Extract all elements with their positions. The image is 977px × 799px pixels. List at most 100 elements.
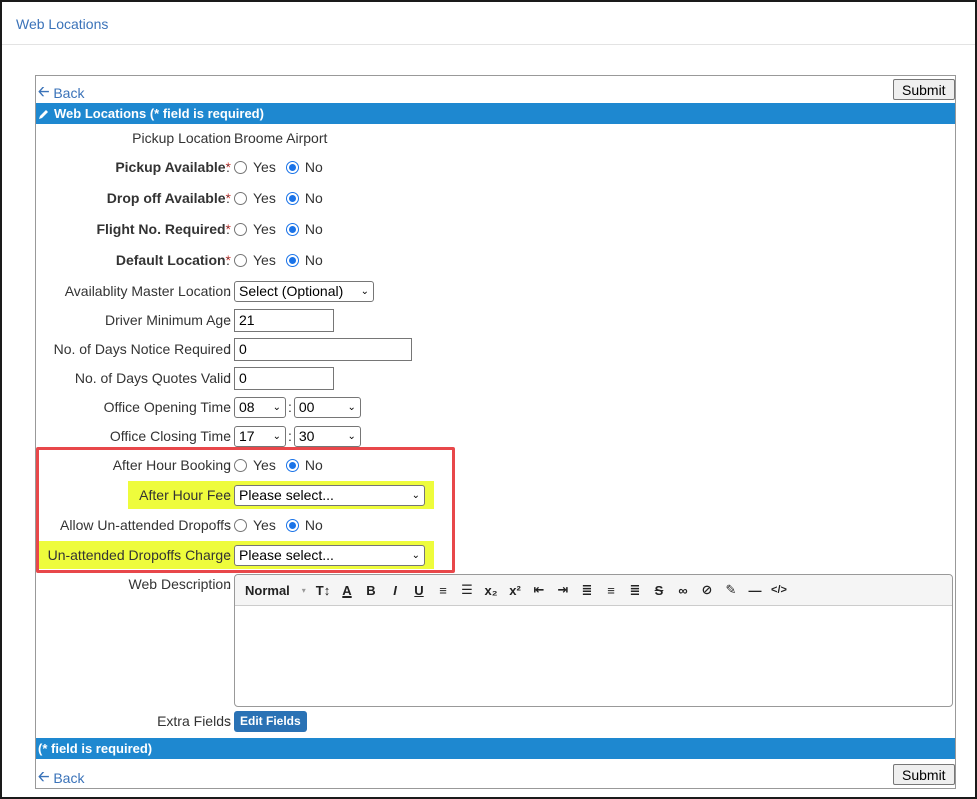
ordered-list-icon[interactable]: ≡ (431, 578, 455, 602)
superscript-icon[interactable]: x² (503, 578, 527, 602)
row-unattended-charge: Un-attended Dropoffs Charge : Please sel… (36, 543, 955, 567)
after-hour-fee-label: After Hour Fee (139, 487, 231, 503)
colon: : (226, 576, 230, 592)
label-text: Flight No. Required (96, 221, 226, 237)
allow-unattended-yes-radio[interactable] (234, 518, 247, 532)
colon: : (226, 221, 230, 237)
edit-fields-button[interactable]: Edit Fields (234, 711, 307, 732)
default-location-yes-radio[interactable] (234, 253, 247, 267)
colon: : (226, 713, 230, 729)
pickup-available-no-radio[interactable] (285, 160, 299, 174)
italic-icon[interactable]: I (383, 578, 407, 602)
yes-label: Yes (253, 457, 276, 473)
days-quotes-valid-label: No. of Days Quotes Valid (74, 370, 231, 386)
row-after-hour-fee: After Hour Fee : Please select... ⌄ (36, 483, 955, 507)
unlink-icon[interactable]: ⊘ (695, 578, 719, 602)
yes-label: Yes (253, 221, 276, 237)
chevron-down-icon: ⌄ (347, 430, 356, 442)
office-closing-hour-select[interactable]: 17 ⌄ (234, 425, 286, 447)
unordered-list-icon[interactable]: ☰ (455, 578, 479, 602)
colon: : (226, 517, 230, 533)
dropoff-available-yes-radio[interactable] (234, 191, 247, 205)
page-title[interactable]: Web Locations (16, 16, 108, 32)
colon: : (226, 130, 230, 146)
submit-button-bottom[interactable]: Submit (893, 764, 955, 785)
strikethrough-icon[interactable]: S (647, 578, 671, 602)
unattended-charge-label: Un-attended Dropoffs Charge (47, 547, 231, 563)
select-value: 08 (239, 399, 255, 415)
row-allow-unattended: Allow Un-attended Dropoffs : Yes No (36, 513, 955, 537)
row-availability-master: Availablity Master Location : Select (Op… (36, 279, 955, 303)
office-opening-hour-select[interactable]: 08 ⌄ (234, 396, 286, 418)
allow-unattended-no-radio[interactable] (285, 518, 299, 532)
availability-master-select[interactable]: Select (Optional) ⌄ (234, 280, 374, 302)
row-days-notice: No. of Days Notice Required : 0 (36, 337, 955, 361)
back-link-bottom[interactable]: 🡠 Back (38, 766, 84, 790)
default-location-label: Default Location* (116, 248, 231, 272)
no-label: No (304, 221, 323, 237)
align-right-icon[interactable]: ≣ (623, 578, 647, 602)
after-hour-booking-yes-radio[interactable] (234, 458, 247, 472)
underline-icon[interactable]: U (407, 578, 431, 602)
after-hour-booking-no-radio[interactable] (285, 458, 299, 472)
clear-format-icon[interactable]: ✎ (719, 578, 743, 602)
yes-label: Yes (253, 252, 276, 268)
colon: : (226, 341, 230, 357)
back-link-top[interactable]: 🡠 Back (38, 81, 84, 105)
subscript-icon[interactable]: x₂ (479, 578, 503, 602)
code-view-icon[interactable]: </> (767, 578, 791, 602)
align-center-icon[interactable]: ≡ (599, 578, 623, 602)
font-size-icon[interactable]: T↕ (311, 578, 335, 602)
default-location-no-radio[interactable] (285, 253, 299, 267)
form-footer-text: (* field is required) (38, 741, 153, 756)
colon: : (226, 399, 230, 415)
days-quotes-valid-input[interactable]: 0 (234, 366, 334, 390)
colon: : (226, 190, 230, 206)
dropoff-available-no-radio[interactable] (285, 191, 299, 205)
link-icon[interactable]: ∞ (671, 578, 695, 602)
format-dropdown[interactable]: Normal ▾ (243, 578, 311, 602)
yes-label: Yes (253, 517, 276, 533)
horizontal-rule-icon[interactable]: — (743, 578, 767, 602)
outdent-icon[interactable]: ⇤ (527, 578, 551, 602)
office-opening-minute-select[interactable]: 00 ⌄ (293, 396, 361, 418)
flight-no-required-yes-radio[interactable] (234, 222, 247, 236)
select-value: 30 (298, 428, 315, 444)
chevron-down-icon: ⌄ (347, 401, 356, 413)
form-footer-bar: (* field is required) (36, 738, 955, 759)
pickup-location-label: Pickup Location (132, 130, 231, 146)
flight-no-required-no-radio[interactable] (285, 222, 299, 236)
row-after-hour-booking: After Hour Booking : Yes No (36, 453, 955, 477)
pickup-available-yes-radio[interactable] (234, 160, 247, 174)
select-value: 00 (298, 399, 315, 415)
form-header-text: Web Locations (* field is required) (54, 106, 264, 121)
flight-no-required-label: Flight No. Required* (96, 217, 231, 241)
submit-button-top[interactable]: Submit (893, 79, 955, 100)
align-left-icon[interactable]: ≣ (575, 578, 599, 602)
back-label: Back (53, 770, 85, 786)
unattended-charge-select[interactable]: Please select... ⌄ (234, 544, 425, 566)
chevron-down-icon: ⌄ (272, 401, 281, 413)
bold-icon[interactable]: B (359, 578, 383, 602)
label-text: Pickup Available (115, 159, 226, 175)
colon: : (226, 487, 230, 503)
row-extra-fields: Extra Fields : (36, 709, 955, 733)
font-color-icon[interactable]: A (335, 578, 359, 602)
row-office-closing: Office Closing Time : 17 ⌄ : 30 ⌄ (36, 424, 955, 448)
editor-content-area[interactable] (235, 606, 952, 706)
rich-text-editor: Normal ▾ T↕ A B I U ≡ ☰ x₂ x² ⇤ ⇥ ≣ ≡ ≣ S… (234, 574, 953, 707)
chevron-down-icon: ⌄ (272, 430, 281, 442)
select-value: 17 (239, 428, 255, 444)
office-closing-minute-select[interactable]: 30 ⌄ (293, 425, 361, 447)
row-default-location: Default Location* : Yes No (36, 248, 955, 272)
days-notice-input[interactable]: 0 (234, 337, 412, 361)
back-label: Back (53, 85, 85, 101)
indent-icon[interactable]: ⇥ (551, 578, 575, 602)
driver-min-age-input[interactable]: 21 (234, 308, 334, 332)
arrow-left-icon: 🡠 (38, 83, 50, 99)
editor-toolbar: Normal ▾ T↕ A B I U ≡ ☰ x₂ x² ⇤ ⇥ ≣ ≡ ≣ S… (235, 575, 952, 606)
no-label: No (304, 159, 323, 175)
form-panel: 🡠 Back Submit Web Locations (* field is … (35, 75, 956, 789)
after-hour-fee-select[interactable]: Please select... ⌄ (234, 484, 425, 506)
pickup-available-label: Pickup Available* (115, 155, 231, 179)
